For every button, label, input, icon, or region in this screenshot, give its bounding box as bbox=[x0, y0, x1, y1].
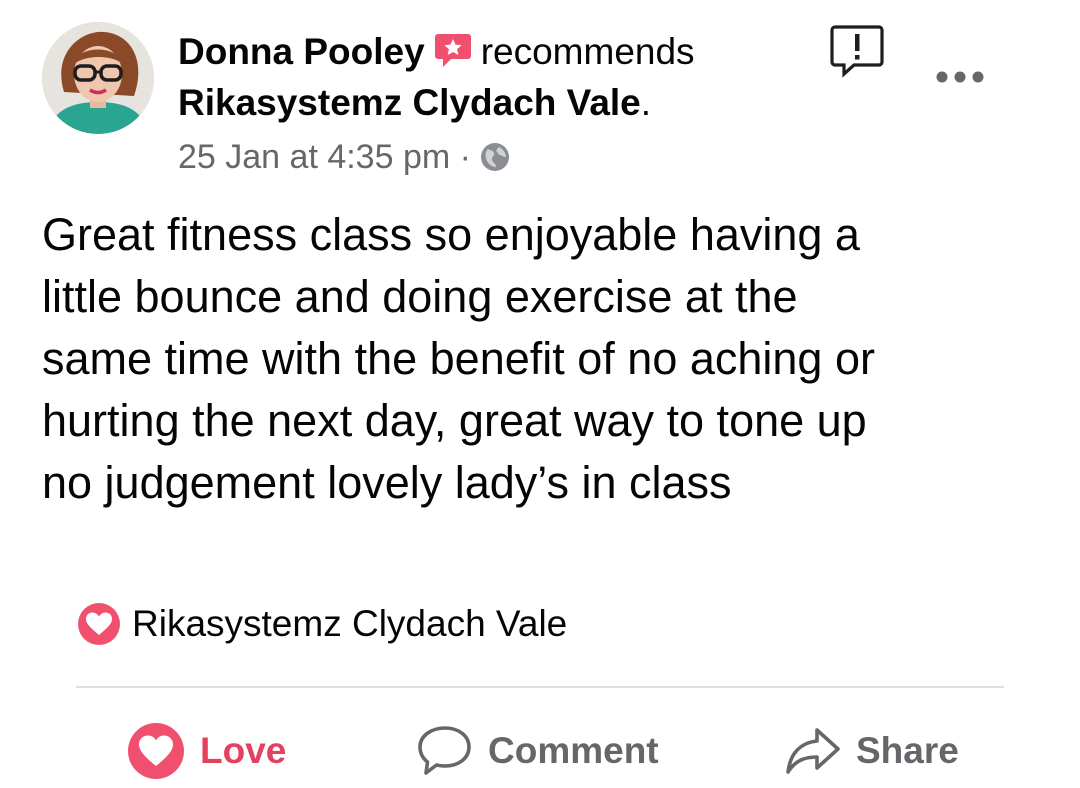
report-icon[interactable] bbox=[830, 24, 884, 78]
recommend-icon bbox=[433, 30, 473, 70]
love-button[interactable]: Love bbox=[126, 722, 286, 780]
post-header-line-2: Rikasystemz Clydach Vale. bbox=[178, 81, 651, 125]
recommends-text: recommends bbox=[480, 31, 695, 72]
share-button[interactable]: Share bbox=[784, 722, 959, 780]
post-header-line: Donna Pooley recommends bbox=[178, 30, 695, 74]
heart-icon bbox=[128, 723, 184, 779]
post-body-text: Great fitness class so enjoyable having … bbox=[42, 209, 875, 508]
comment-button[interactable]: Comment bbox=[416, 722, 659, 780]
tagged-page-label: Rikasystemz Clydach Vale bbox=[132, 603, 568, 644]
more-options-icon[interactable] bbox=[932, 62, 988, 92]
avatar-image bbox=[42, 22, 154, 134]
globe-icon bbox=[479, 141, 511, 173]
post-timestamp[interactable]: 25 Jan at 4:35 pm bbox=[178, 138, 450, 176]
post-meta: 25 Jan at 4:35 pm · bbox=[178, 136, 511, 178]
comment-label: Comment bbox=[488, 730, 659, 771]
tagged-page-link[interactable]: Rikasystemz Clydach Vale bbox=[76, 600, 567, 648]
love-label: Love bbox=[200, 730, 287, 771]
comment-icon bbox=[418, 726, 471, 775]
avatar[interactable] bbox=[42, 22, 154, 134]
page-name-link[interactable]: Rikasystemz Clydach Vale bbox=[178, 82, 641, 123]
page-name-suffix: . bbox=[640, 82, 652, 123]
share-icon bbox=[786, 728, 840, 774]
divider bbox=[76, 686, 1004, 688]
share-label: Share bbox=[856, 730, 959, 771]
meta-separator: · bbox=[459, 138, 471, 176]
author-name[interactable]: Donna Pooley bbox=[178, 31, 425, 72]
heart-icon bbox=[78, 603, 120, 645]
